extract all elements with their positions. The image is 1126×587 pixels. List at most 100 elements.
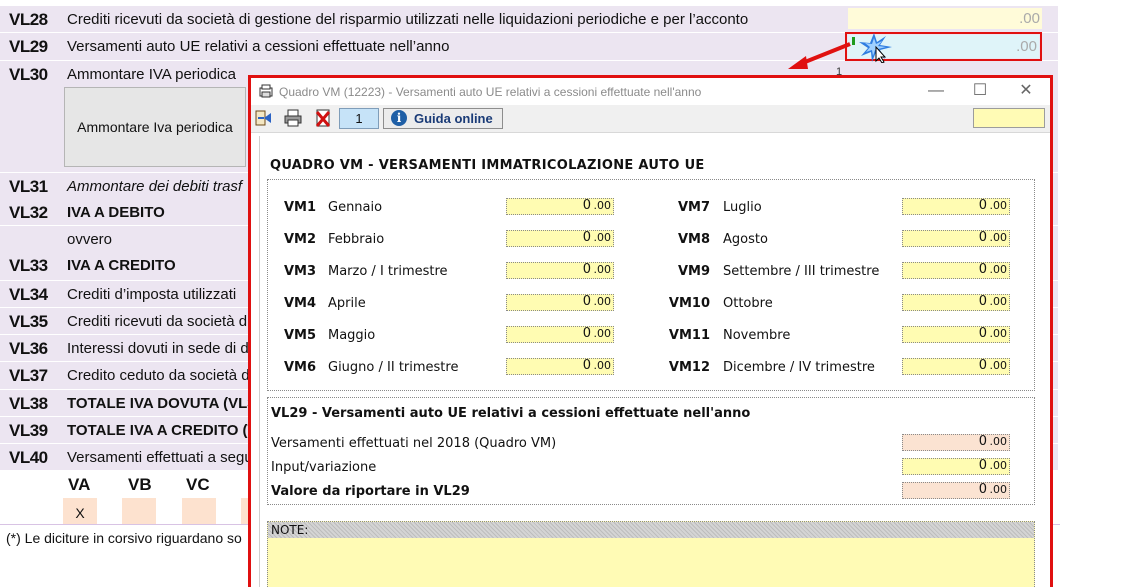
close-button[interactable]: ✕ (1011, 81, 1041, 101)
amount-decimals: .00 (989, 199, 1008, 212)
vm-month-label: Febbraio (328, 232, 385, 247)
vm-code-vm11: VM11 (668, 328, 710, 343)
vm-code-vm8: VM8 (677, 232, 710, 247)
ammontare-iva-periodica-button[interactable]: Ammontare Iva periodica (64, 87, 246, 167)
footnote: (*) Le diciture in corsivo riguardano so (6, 530, 242, 546)
vm-month-label: Luglio (723, 200, 762, 215)
amount-decimals: .00 (989, 359, 1008, 372)
column-checkbox-vb[interactable] (122, 498, 156, 525)
amount-value: 0 (582, 230, 591, 245)
form-row: VL28 Crediti ricevuti da società di gesti… (0, 6, 1058, 33)
delete-icon[interactable] (313, 108, 333, 128)
vm-amount-field-vm9[interactable]: 0.00 (902, 262, 1010, 279)
column-checkbox-va[interactable]: X (63, 498, 97, 525)
dialog-content: QUADRO VM - VERSAMENTI IMMATRICOLAZIONE … (259, 136, 1050, 587)
info-icon: i (391, 110, 407, 126)
amount-value: 0 (978, 230, 987, 245)
maximize-button[interactable]: ☐ (965, 81, 995, 101)
amount-decimals: .00 (593, 327, 612, 340)
form-row-value-field[interactable]: .00 (848, 8, 1042, 29)
vm-code-vm9: VM9 (677, 264, 710, 279)
vl29-amount-field[interactable]: 0.00 (902, 458, 1010, 475)
amount-value: 0 (582, 326, 591, 341)
amount-decimals: .00 (593, 199, 612, 212)
vl29-amount-field[interactable]: 0.00 (902, 434, 1010, 451)
amount-value: 0 (978, 482, 987, 497)
vl29-section-title: VL29 - Versamenti auto UE relativi a ces… (271, 406, 751, 421)
vm-month-label: Agosto (723, 232, 768, 247)
form-row-code: VL28 (9, 10, 48, 29)
minimize-button[interactable]: — (921, 81, 951, 101)
amount-value: 0 (582, 262, 591, 277)
amount-decimals: .00 (593, 263, 612, 276)
vm-code-vm3: VM3 (283, 264, 316, 279)
vl29-row-label: Versamenti effettuati nel 2018 (Quadro V… (271, 436, 557, 451)
amount-decimals: .00 (989, 263, 1008, 276)
page-number-field[interactable]: 1 (339, 108, 379, 129)
vm-amount-field-vm2[interactable]: 0.00 (506, 230, 614, 247)
vm-amount-field-vm10[interactable]: 0.00 (902, 294, 1010, 311)
quadro-vm-title: QUADRO VM - VERSAMENTI IMMATRICOLAZIONE … (270, 158, 705, 173)
form-row-code: VL33 (9, 256, 48, 275)
vm-amount-field-vm4[interactable]: 0.00 (506, 294, 614, 311)
form-row-code: VL37 (9, 366, 48, 385)
form-row-description: Crediti d’imposta utilizzati (67, 286, 237, 303)
form-row-description: Crediti ricevuti da società di gestione … (67, 11, 749, 28)
form-row-description: IVA A DEBITO (67, 204, 165, 221)
amount-value: 0 (582, 358, 591, 373)
vm-amount-field-vm1[interactable]: 0.00 (506, 198, 614, 215)
form-row-code: VL29 (9, 37, 48, 56)
vl29-row-label: Input/variazione (271, 460, 377, 475)
vm-code-vm6: VM6 (283, 360, 316, 375)
vl29-section: VL29 - Versamenti auto UE relativi a ces… (267, 397, 1035, 505)
vm-month-label: Marzo / I trimestre (328, 264, 448, 279)
guida-online-button[interactable]: i Guida online (383, 108, 503, 129)
amount-value: 0 (978, 294, 987, 309)
form-row-code: VL30 (9, 65, 48, 84)
vm-month-label: Maggio (328, 328, 376, 343)
amount-decimals: .00 (989, 295, 1008, 308)
form-row-code: VL40 (9, 448, 48, 467)
amount-value: 0 (582, 198, 591, 213)
click-cursor-icon (859, 33, 892, 63)
vm-amount-field-vm6[interactable]: 0.00 (506, 358, 614, 375)
vm-amount-field-vm7[interactable]: 0.00 (902, 198, 1010, 215)
form-row-code: VL35 (9, 312, 48, 331)
amount-decimals: .00 (989, 483, 1008, 496)
amount-decimals: .00 (593, 359, 612, 372)
amount-decimals: .00 (989, 327, 1008, 340)
vm-amount-field-vm8[interactable]: 0.00 (902, 230, 1010, 247)
vm-month-label: Aprile (328, 296, 366, 311)
toolbar-status-field[interactable] (973, 108, 1045, 128)
column-checkbox-vc[interactable] (182, 498, 216, 525)
column-label-va: VA (68, 475, 91, 494)
exit-icon[interactable] (254, 108, 274, 128)
vm-code-vm12: VM12 (668, 360, 710, 375)
amount-decimals: .00 (989, 459, 1008, 472)
form-row-code: VL34 (9, 285, 48, 304)
vl29-amount-field[interactable]: 0.00 (902, 482, 1010, 499)
form-row-description: Ammontare IVA periodica (67, 66, 236, 83)
form-row-description: TOTALE IVA A CREDITO (V (67, 422, 258, 439)
amount-value: 0 (978, 458, 987, 473)
vm-amount-field-vm3[interactable]: 0.00 (506, 262, 614, 279)
dialog-titlebar[interactable]: Quadro VM (12223) - Versamenti auto UE r… (251, 78, 1050, 105)
amount-decimals: .00 (989, 435, 1008, 448)
vm-code-vm5: VM5 (283, 328, 316, 343)
form-row-description: Versamenti effettuati a segu (67, 449, 253, 466)
amount-value: 0 (978, 262, 987, 277)
column-label-vb: VB (128, 475, 152, 494)
vm-month-label: Novembre (723, 328, 791, 343)
vm-amount-field-vm5[interactable]: 0.00 (506, 326, 614, 343)
amount-decimals: .00 (593, 295, 612, 308)
form-row-description: Versamenti auto UE relativi a cessioni e… (67, 38, 450, 55)
note-area[interactable]: NOTE: (267, 521, 1035, 587)
print-icon[interactable] (283, 108, 303, 128)
vm-amount-field-vm12[interactable]: 0.00 (902, 358, 1010, 375)
dialog-title: Quadro VM (12223) - Versamenti auto UE r… (279, 85, 702, 99)
vm-amount-field-vm11[interactable]: 0.00 (902, 326, 1010, 343)
form-row-description: Interessi dovuti in sede di d (67, 340, 249, 357)
form-row-description: ovvero (67, 231, 113, 248)
vm-code-vm7: VM7 (677, 200, 710, 215)
form-row-description: Credito ceduto da società di g (67, 367, 266, 384)
